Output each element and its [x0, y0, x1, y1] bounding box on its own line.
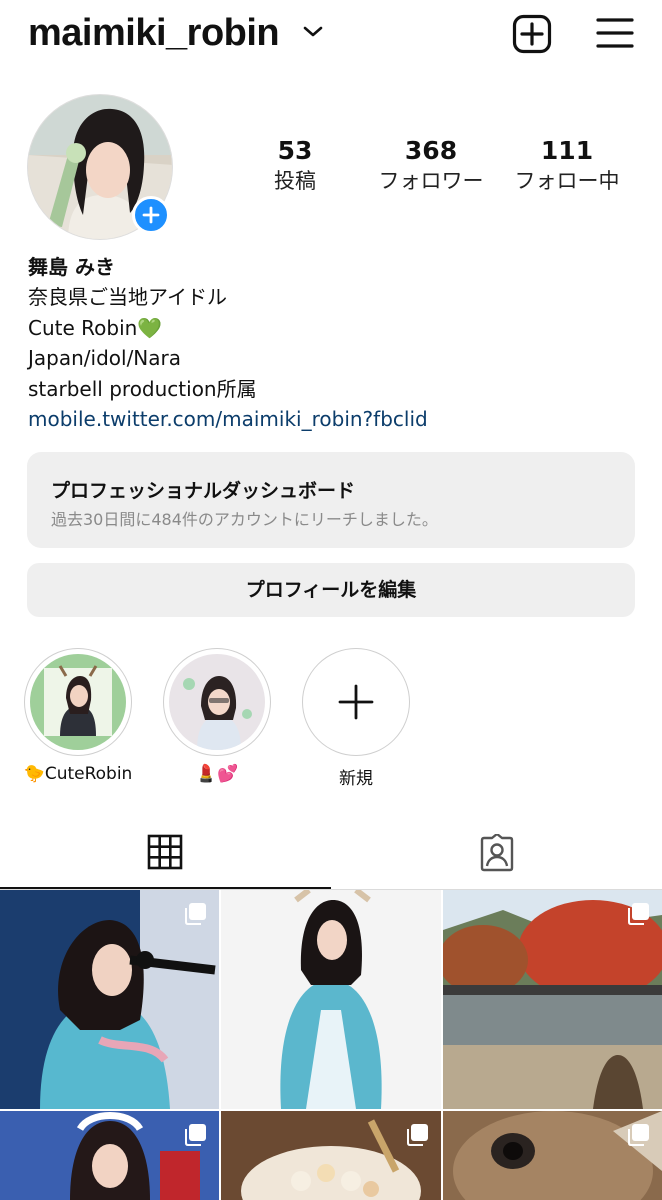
grid-icon: [147, 834, 183, 870]
bio-line: 奈良県ご当地アイドル: [28, 285, 227, 309]
post-thumbnail[interactable]: [443, 890, 662, 1109]
highlight-label: 💄💕: [195, 764, 239, 784]
followers-count: 368: [404, 136, 458, 165]
add-story-button[interactable]: [132, 196, 170, 234]
hamburger-menu-icon[interactable]: [596, 16, 634, 50]
new-highlight-circle: [308, 654, 404, 750]
tab-tagged[interactable]: [331, 820, 662, 889]
multiple-photos-icon: [185, 903, 206, 925]
bio-line: Japan/idol/Nara: [28, 346, 181, 370]
highlight-new[interactable]: 新規: [291, 648, 421, 789]
multiple-photos-icon: [628, 1124, 649, 1146]
plus-square-icon[interactable]: [512, 14, 552, 54]
posts-count: 53: [277, 136, 313, 165]
bio-link[interactable]: mobile.twitter.com/maimiki_robin?fbclid: [28, 404, 638, 435]
bio-section: 舞島 みき 奈良県ご当地アイドル Cute Robin💚 Japan/idol/…: [28, 252, 638, 435]
plus-icon: [142, 206, 160, 224]
post-thumbnail[interactable]: [221, 1111, 441, 1200]
plus-icon: [308, 654, 404, 750]
username-title[interactable]: maimiki_robin: [28, 12, 280, 55]
highlight-label: 新規: [339, 769, 373, 789]
posts-label: 投稿: [274, 169, 316, 193]
highlight-cover: [30, 654, 126, 750]
post-thumbnail[interactable]: [443, 1111, 662, 1200]
multiple-photos-icon: [185, 1124, 206, 1146]
tab-grid[interactable]: [0, 820, 331, 889]
highlight-cover: [169, 654, 265, 750]
post-thumbnail[interactable]: [221, 890, 441, 1109]
profile-avatar[interactable]: [27, 94, 173, 240]
following-label: フォロー中: [514, 169, 620, 193]
stat-followers[interactable]: 368 フォロワー: [361, 136, 501, 194]
following-count: 111: [540, 136, 594, 165]
bio-line: starbell production所属: [28, 376, 257, 401]
post-grid: [0, 890, 662, 1200]
dashboard-subtitle: 過去30日間に484件のアカウントにリーチしました。: [51, 510, 438, 529]
multiple-photos-icon: [407, 1124, 428, 1146]
tagged-person-icon: [480, 834, 514, 872]
profile-tabs: [0, 820, 662, 890]
bio-line: Cute Robin💚: [28, 315, 163, 340]
highlight-item[interactable]: 💄💕: [152, 648, 282, 784]
followers-label: フォロワー: [378, 169, 484, 193]
stat-following[interactable]: 111 フォロー中: [497, 136, 637, 194]
highlight-item[interactable]: 🐤CuteRobin: [13, 648, 143, 784]
chevron-down-icon[interactable]: [302, 24, 324, 40]
top-bar: maimiki_robin: [0, 0, 662, 72]
multiple-photos-icon: [628, 903, 649, 925]
highlight-label: 🐤CuteRobin: [23, 764, 133, 784]
stat-posts[interactable]: 53 投稿: [225, 136, 365, 194]
post-thumbnail[interactable]: [0, 1111, 219, 1200]
post-thumbnail[interactable]: [0, 890, 219, 1109]
edit-profile-button[interactable]: プロフィールを編集: [27, 563, 635, 617]
display-name: 舞島 みき: [28, 255, 115, 279]
dashboard-title: プロフェッショナルダッシュボード: [51, 480, 356, 502]
professional-dashboard-card[interactable]: プロフェッショナルダッシュボード 過去30日間に484件のアカウントにリーチしま…: [27, 452, 635, 548]
